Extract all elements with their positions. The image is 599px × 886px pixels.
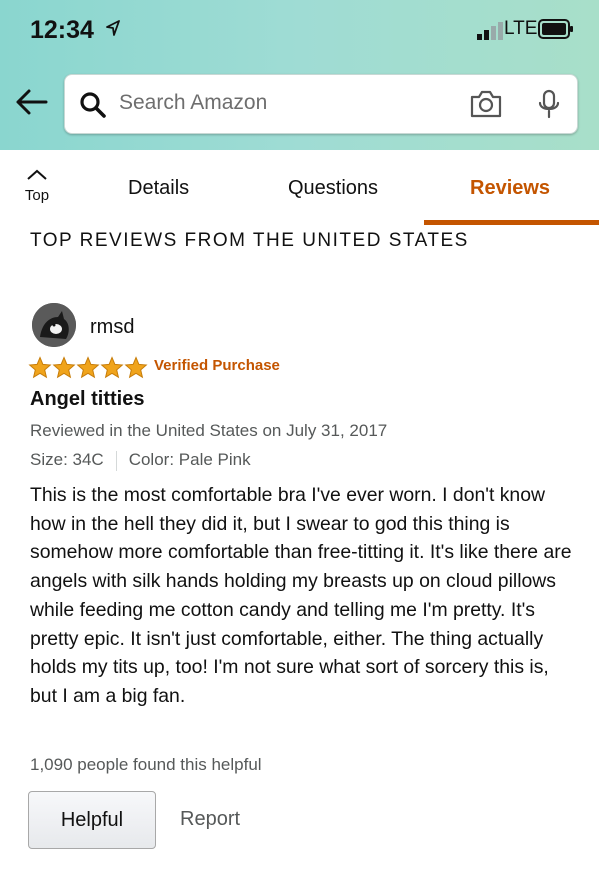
back-arrow-icon[interactable] — [14, 88, 50, 116]
battery-icon — [538, 19, 573, 39]
tab-questions[interactable]: Questions — [288, 177, 378, 200]
app-header: 12:34 LTE Search Amazon — [0, 0, 599, 150]
star-icon — [124, 356, 148, 379]
tab-top[interactable]: Top — [10, 166, 64, 204]
network-label: LTE — [504, 18, 538, 39]
star-icon — [28, 356, 52, 379]
tab-reviews[interactable]: Reviews — [470, 177, 550, 200]
status-time: 12:34 — [30, 16, 94, 44]
search-input[interactable]: Search Amazon — [119, 91, 267, 115]
variant-divider — [115, 450, 117, 471]
review-title: Angel titties — [30, 388, 145, 410]
cat-avatar-icon — [32, 303, 76, 347]
verified-purchase-badge: Verified Purchase — [154, 357, 280, 374]
chevron-up-icon — [27, 169, 47, 180]
search-icon — [80, 92, 106, 118]
star-icon — [100, 356, 124, 379]
reviewer-name[interactable]: rmsd — [90, 316, 134, 339]
star-rating — [28, 356, 148, 379]
star-icon — [76, 356, 100, 379]
tab-bar: Top Details Questions Reviews — [0, 150, 599, 226]
mic-icon[interactable] — [537, 89, 561, 121]
location-arrow-icon — [106, 20, 120, 36]
helpful-button[interactable]: Helpful — [28, 791, 156, 849]
review-date: Reviewed in the United States on July 31… — [30, 421, 388, 440]
search-box[interactable]: Search Amazon — [64, 74, 578, 134]
variant-color: Color: Pale Pink — [128, 450, 251, 469]
section-title: TOP REVIEWS FROM THE UNITED STATES — [30, 230, 469, 251]
variant-info: Size: 34C Color: Pale Pink — [30, 450, 251, 471]
review-body: This is the most comfortable bra I've ev… — [30, 484, 572, 707]
report-link[interactable]: Report — [180, 808, 240, 831]
variant-size: Size: 34C — [30, 450, 104, 469]
camera-icon[interactable] — [469, 89, 503, 119]
avatar[interactable] — [32, 303, 76, 347]
active-tab-indicator — [424, 220, 599, 225]
tab-top-label: Top — [24, 187, 50, 204]
helpful-count: 1,090 people found this helpful — [30, 755, 262, 774]
star-icon — [52, 356, 76, 379]
tab-details[interactable]: Details — [128, 177, 189, 200]
